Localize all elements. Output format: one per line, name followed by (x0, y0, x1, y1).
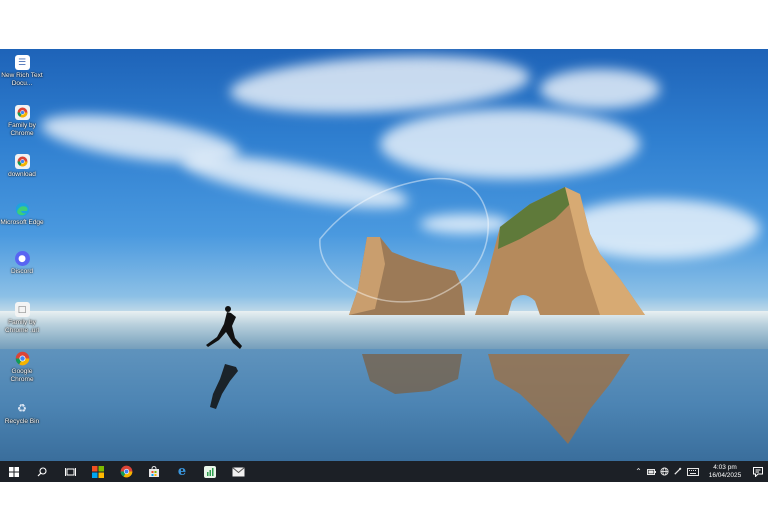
taskbar-chrome[interactable] (112, 461, 140, 482)
recycle-bin-icon: ♻ (17, 402, 27, 415)
desktop-icon-label: Microsoft Edge (0, 219, 44, 226)
desktop-icon-family-by-chrome-url[interactable]: □ Family by Chrome .url (0, 302, 44, 334)
taskbar: e ⌃ 4:03 pm 16/04/2025 (0, 461, 768, 482)
desktop-icon-label: Discord (10, 268, 34, 275)
task-view-button[interactable] (56, 461, 84, 482)
search-button[interactable] (28, 461, 56, 482)
search-icon (37, 466, 47, 476)
show-hidden-icons-button[interactable]: ⌃ (632, 461, 645, 482)
notification-icon (753, 466, 763, 477)
desktop-icon-new-rich-text-document[interactable]: ☰ New Rich Text Docu... (0, 55, 44, 87)
discord-icon: ● (14, 251, 30, 266)
action-center-button[interactable] (748, 461, 768, 482)
touch-keyboard-button[interactable] (684, 461, 702, 482)
desktop-icon-label: Family by Chrome (8, 122, 36, 137)
chrome-app-icon (14, 154, 30, 169)
document-icon: ☰ (14, 55, 30, 70)
desktop-icon-download[interactable]: download (0, 154, 44, 179)
edge-icon (15, 202, 30, 217)
internet-shortcut-icon: □ (14, 302, 30, 317)
network-button[interactable] (658, 461, 671, 482)
taskbar-store[interactable] (140, 461, 168, 482)
desktop-wallpaper[interactable]: ☰ New Rich Text Docu... Family by Chrome… (0, 49, 768, 461)
sheets-icon (204, 465, 216, 478)
chevron-up-icon: ⌃ (635, 467, 642, 476)
desktop-icon-label: Google Chrome (10, 368, 34, 383)
desktop-icon-discord[interactable]: ● Discord (0, 251, 44, 276)
desktop-icon-label: Family by Chrome .url (5, 319, 39, 334)
desktop-icon-label: Recycle Bin (4, 418, 40, 425)
desktop-icon-recycle-bin[interactable]: ♻ Recycle Bin (0, 401, 44, 426)
start-icon (9, 466, 19, 477)
clock-time: 4:03 pm (713, 463, 737, 471)
taskbar-clock[interactable]: 4:03 pm 16/04/2025 (702, 464, 748, 480)
desktop-icon-family-by-chrome[interactable]: Family by Chrome (0, 105, 44, 137)
pen-icon (674, 467, 682, 475)
clock-date: 16/04/2025 (708, 471, 742, 479)
taskbar-sheets[interactable] (196, 461, 224, 482)
desktop-icon-label: download (8, 171, 36, 178)
desktop-icon-label: New Rich Text Docu... (1, 72, 43, 87)
pen-menu-button[interactable] (671, 461, 684, 482)
desktop-icon-google-chrome[interactable]: Google Chrome (0, 351, 44, 383)
chrome-icon (120, 465, 132, 478)
edge-icon: e (177, 464, 187, 479)
battery-button[interactable] (645, 461, 658, 482)
battery-icon (647, 468, 656, 475)
taskbar-mail[interactable] (224, 461, 252, 482)
store-bag-icon (149, 465, 159, 477)
task-view-icon (64, 467, 76, 476)
keyboard-icon (687, 467, 699, 476)
chrome-app-icon (14, 105, 30, 120)
globe-icon (660, 467, 669, 476)
taskbar-microsoft-store-tiles[interactable] (84, 461, 112, 482)
system-tray: ⌃ 4:03 pm 16/04/2025 (632, 461, 768, 482)
mail-icon (231, 466, 245, 476)
rocks-illustration (206, 177, 645, 444)
microsoft-store-tiles-icon (92, 465, 104, 478)
chrome-icon (15, 351, 30, 366)
taskbar-edge[interactable]: e (168, 461, 196, 482)
start-button[interactable] (0, 461, 28, 482)
desktop-icon-microsoft-edge[interactable]: Microsoft Edge (0, 202, 44, 227)
